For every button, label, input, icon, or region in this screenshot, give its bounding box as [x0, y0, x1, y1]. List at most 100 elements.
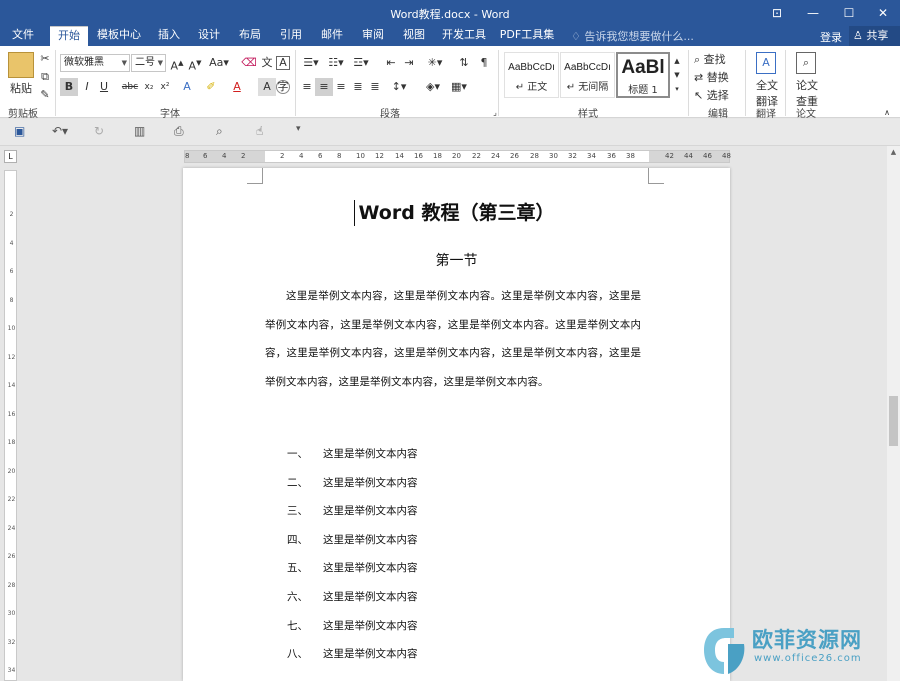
- scroll-up-icon[interactable]: ▲: [887, 146, 900, 159]
- list-item[interactable]: 二、 这里是举例文本内容: [287, 475, 418, 490]
- vertical-ruler[interactable]: 2 4 6 8 10 12 14 16 18 20 22 24 26 28 30 32 34: [4, 170, 17, 681]
- minimize-button[interactable]: —: [796, 0, 830, 26]
- tab-view[interactable]: 视图: [395, 26, 433, 46]
- clear-format-icon[interactable]: ⌫: [240, 54, 258, 72]
- close-button[interactable]: ✕: [866, 0, 900, 26]
- distributed-icon[interactable]: ≣: [366, 78, 384, 96]
- multilevel-list-icon[interactable]: ☲▾: [350, 54, 372, 72]
- zoom-page-icon[interactable]: ⌕: [216, 124, 223, 139]
- body-paragraph[interactable]: 这里是举例文本内容，这里是举例文本内容。这里是举例文本内容，这里是举例文本内容，…: [265, 282, 641, 396]
- grow-font-icon[interactable]: A▲: [168, 54, 186, 73]
- line-spacing-icon[interactable]: ↕▾: [388, 78, 410, 96]
- vertical-scrollbar[interactable]: ▲: [887, 146, 900, 681]
- style-no-spacing[interactable]: AaBbCcDı ↵ 无间隔: [560, 52, 615, 98]
- ruler-tick-label: 42: [665, 152, 674, 160]
- font-color-icon[interactable]: A: [228, 78, 246, 96]
- tab-layout[interactable]: 布局: [231, 26, 269, 46]
- list-item[interactable]: 一、 这里是举例文本内容: [287, 446, 418, 461]
- print-preview-icon[interactable]: ⎙: [174, 124, 184, 139]
- text-effects-icon[interactable]: A: [178, 78, 196, 96]
- document-page[interactable]: Word 教程（第三章） 第一节 这里是举例文本内容，这里是举例文本内容。这里是…: [183, 168, 730, 681]
- cut-icon[interactable]: ✂: [36, 50, 54, 68]
- paste-icon[interactable]: [8, 52, 34, 78]
- bullets-icon[interactable]: ☰▾: [300, 54, 322, 72]
- tab-selector[interactable]: L: [4, 150, 17, 163]
- bold-button[interactable]: B: [60, 78, 78, 96]
- tab-insert[interactable]: 插入: [150, 26, 188, 46]
- shading-icon[interactable]: ◈▾: [422, 78, 444, 96]
- align-right-icon[interactable]: ≡: [332, 78, 350, 96]
- share-button[interactable]: ♙ 共享: [849, 26, 900, 46]
- list-item[interactable]: 七、 这里是举例文本内容: [287, 618, 418, 633]
- phonetic-guide-icon[interactable]: 文: [258, 54, 276, 72]
- undo-icon[interactable]: ↶▾: [52, 124, 68, 138]
- document-title[interactable]: Word 教程（第三章）: [183, 198, 730, 225]
- tab-pdf-tools[interactable]: PDF工具集: [498, 26, 556, 46]
- tab-review[interactable]: 审阅: [354, 26, 392, 46]
- char-shading-icon[interactable]: A: [258, 78, 276, 96]
- select-button[interactable]: ↖ 选择: [694, 87, 729, 103]
- tab-template-center[interactable]: 模板中心: [92, 26, 146, 46]
- redo-icon[interactable]: ↻: [94, 124, 104, 138]
- paste-button[interactable]: 粘贴: [10, 80, 32, 96]
- section-heading[interactable]: 第一节: [183, 250, 730, 270]
- italic-button[interactable]: I: [78, 78, 96, 96]
- list-item-text: 这里是举例文本内容: [323, 505, 418, 518]
- tab-file[interactable]: 文件: [4, 26, 42, 46]
- font-name-select[interactable]: 微软雅黑 ▼: [60, 54, 130, 72]
- style-normal[interactable]: AaBbCcDı ↵ 正文: [504, 52, 559, 98]
- translate-icon[interactable]: A: [756, 52, 776, 74]
- list-item[interactable]: 三、 这里是举例文本内容: [287, 503, 418, 518]
- show-marks-icon[interactable]: ¶: [475, 54, 493, 72]
- chinese-layout-icon[interactable]: ✳▾: [424, 54, 446, 72]
- copy-icon[interactable]: ⧉: [36, 68, 54, 86]
- customize-qat-icon[interactable]: ▾: [296, 124, 301, 134]
- align-center-icon[interactable]: ≡: [315, 78, 333, 96]
- format-painter-icon[interactable]: ✎: [36, 86, 54, 104]
- list-item[interactable]: 六、 这里是举例文本内容: [287, 589, 418, 604]
- find-button[interactable]: ⌕ 查找: [694, 51, 726, 67]
- strikethrough-button[interactable]: abc: [120, 78, 140, 96]
- list-item[interactable]: 五、 这里是举例文本内容: [287, 560, 418, 575]
- tab-mailings[interactable]: 邮件: [313, 26, 351, 46]
- ribbon: 粘贴 ✂ ⧉ ✎ 剪贴板 微软雅黑 ▼ 二号 ▼ A▲ A▼ Aa▾ ⌫ 文 A B…: [0, 46, 900, 120]
- decrease-indent-icon[interactable]: ⇤: [382, 54, 400, 72]
- tab-references[interactable]: 引用: [272, 26, 310, 46]
- list-item[interactable]: 四、 这里是举例文本内容: [287, 532, 418, 547]
- tab-developer[interactable]: 开发工具: [438, 26, 490, 46]
- underline-button[interactable]: U: [95, 78, 113, 96]
- change-case-icon[interactable]: Aa▾: [206, 54, 232, 72]
- tab-home[interactable]: 开始: [50, 26, 88, 46]
- scroll-thumb[interactable]: [889, 396, 898, 446]
- maximize-button[interactable]: ☐: [832, 0, 866, 26]
- ruler-tick-label: 22: [472, 152, 481, 160]
- group-label-paragraph: 段落: [380, 109, 400, 120]
- justify-icon[interactable]: ≣: [349, 78, 367, 96]
- font-size-select[interactable]: 二号 ▼: [131, 54, 166, 72]
- style-heading-1[interactable]: AaBl 标题 1: [616, 52, 670, 98]
- borders-icon[interactable]: ▦▾: [448, 78, 470, 96]
- highlight-icon[interactable]: ✐: [202, 78, 220, 96]
- char-border-icon[interactable]: A: [276, 56, 290, 70]
- list-item[interactable]: 八、 这里是举例文本内容: [287, 646, 418, 661]
- superscript-button[interactable]: x²: [156, 78, 174, 96]
- sort-icon[interactable]: ⇅: [455, 54, 473, 72]
- horizontal-ruler[interactable]: 8 6 4 2 2 4 6 8 10 12 14 16 18 20 22 24 26 28 30 32 34 36 38 42…: [184, 150, 731, 163]
- shrink-font-icon[interactable]: A▼: [186, 54, 204, 73]
- align-left-icon[interactable]: ≡: [298, 78, 316, 96]
- ribbon-display-icon[interactable]: ⊡: [760, 0, 794, 26]
- replace-button[interactable]: ⇄ 替换: [694, 69, 729, 85]
- increase-indent-icon[interactable]: ⇥: [400, 54, 418, 72]
- styles-more-icon[interactable]: ▾: [672, 80, 682, 98]
- numbering-icon[interactable]: ☷▾: [325, 54, 347, 72]
- login-link[interactable]: 登录: [820, 29, 842, 45]
- enclose-char-icon[interactable]: 字: [276, 80, 290, 94]
- list-item-text: 这里是举例文本内容: [323, 448, 418, 460]
- columns-view-icon[interactable]: ▥: [134, 124, 145, 138]
- group-label-translate: 翻译: [756, 109, 776, 120]
- paper-check-icon[interactable]: ⌕: [796, 52, 816, 74]
- touch-mode-icon[interactable]: ☝: [256, 124, 263, 138]
- tab-design[interactable]: 设计: [190, 26, 228, 46]
- tell-me-input[interactable]: ♢ 告诉我您想要做什么...: [571, 28, 694, 44]
- save-icon[interactable]: ▣: [14, 124, 25, 138]
